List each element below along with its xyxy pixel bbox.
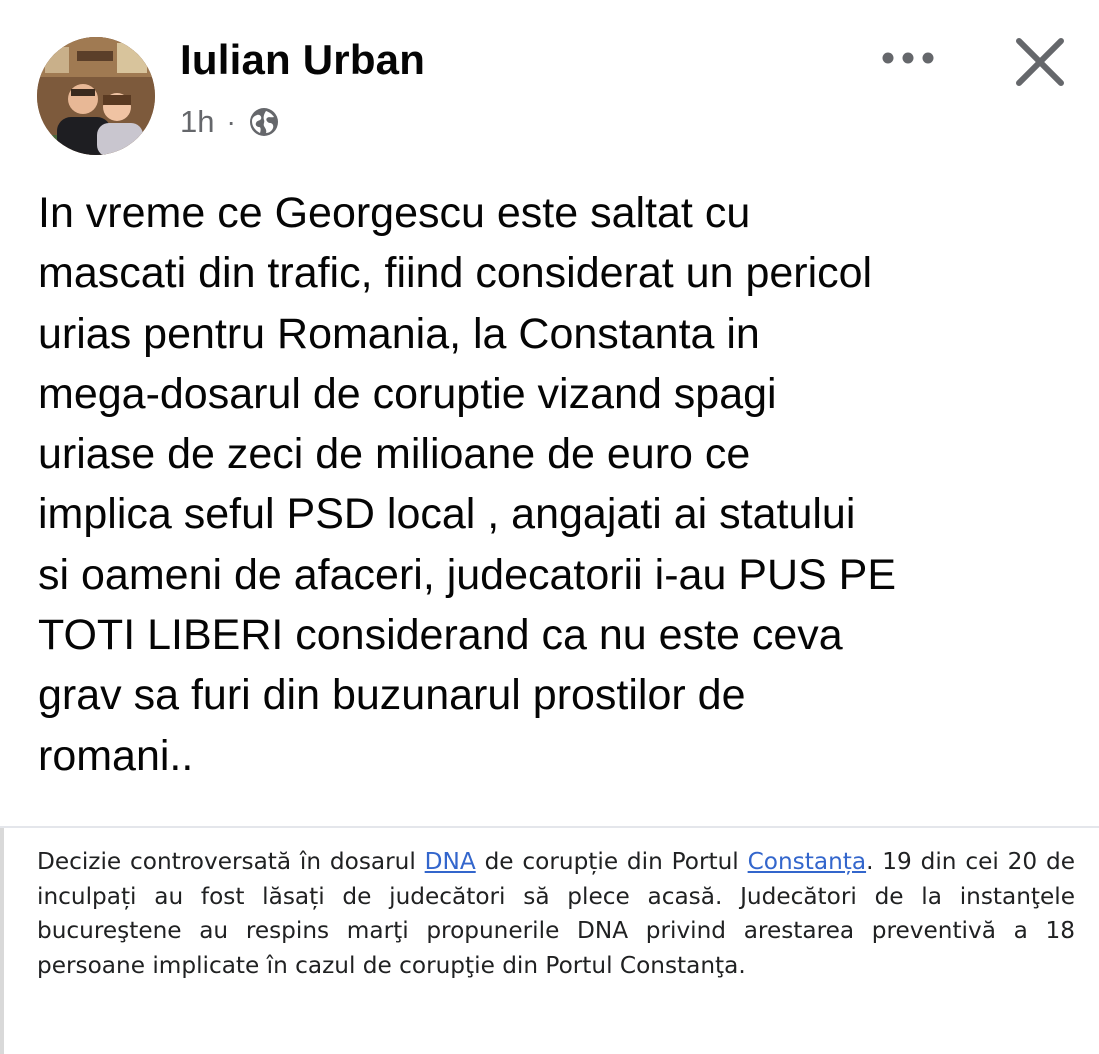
more-options-button[interactable] (870, 34, 946, 82)
globe-icon[interactable] (248, 106, 280, 138)
post-time[interactable]: 1h (180, 104, 214, 140)
post-header: Iulian Urban 1h · (0, 0, 1099, 170)
dna-link[interactable]: DNA (425, 848, 476, 875)
meta-separator: · (226, 106, 236, 137)
quote-text-2: de corupție din Portul (475, 848, 748, 875)
quote-left-edge (0, 828, 4, 1054)
quoted-article-excerpt: Decizie controversată în dosarul DNA de … (37, 845, 1075, 983)
close-button[interactable] (1004, 26, 1076, 98)
more-options-icon (882, 52, 934, 64)
close-icon (1016, 38, 1064, 86)
avatar[interactable] (37, 37, 155, 155)
constanta-link[interactable]: Constanța (748, 848, 866, 875)
post-meta: 1h · (180, 104, 280, 140)
author-name[interactable]: Iulian Urban (180, 36, 425, 84)
divider (0, 826, 1099, 828)
quote-text-1: Decizie controversată în dosarul (37, 848, 425, 875)
post-body: In vreme ce Georgescu este saltat cu mas… (38, 189, 897, 780)
